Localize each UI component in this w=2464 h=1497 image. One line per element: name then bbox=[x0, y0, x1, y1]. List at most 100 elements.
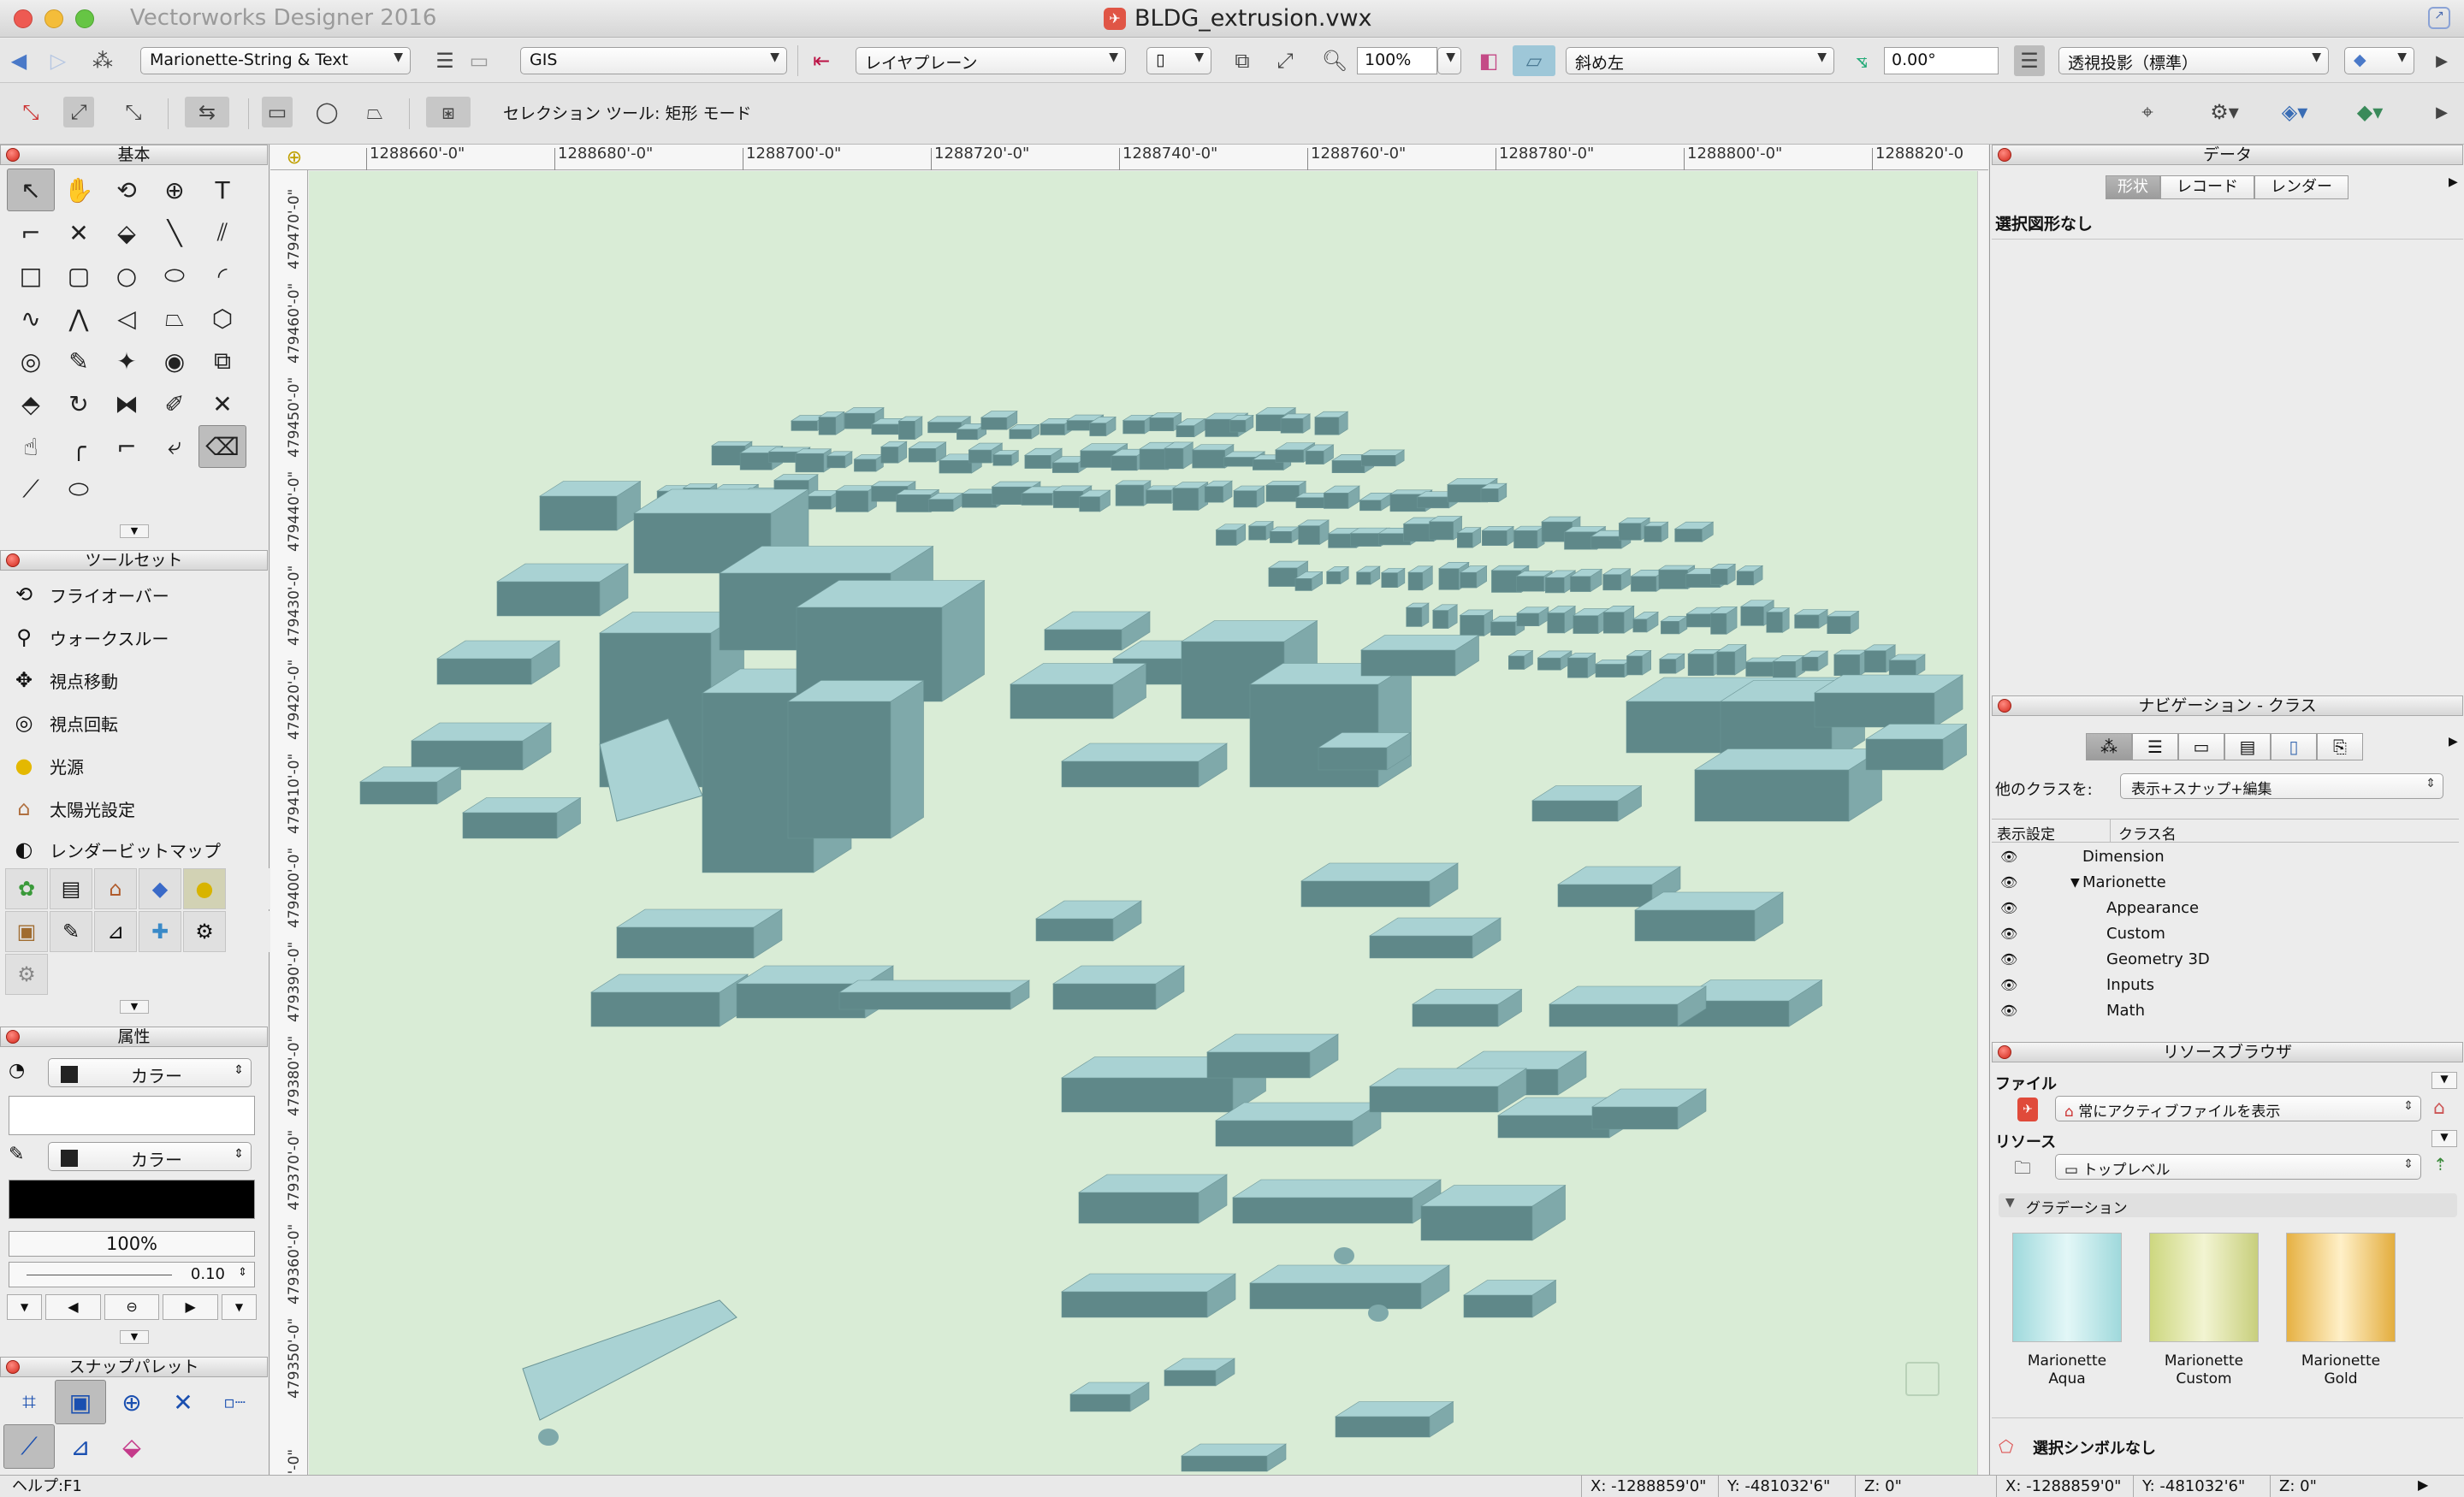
building[interactable] bbox=[980, 411, 1018, 430]
tab-shape[interactable]: 形状 bbox=[2106, 175, 2160, 199]
building[interactable] bbox=[1204, 480, 1234, 503]
building[interactable] bbox=[1479, 482, 1507, 503]
opacity-field[interactable]: 100% bbox=[9, 1231, 255, 1257]
file-menu-icon[interactable]: ▼ bbox=[2431, 1072, 2457, 1089]
gradient-section-header[interactable]: ▼ グラデーション bbox=[1999, 1193, 2457, 1217]
close-palette-button[interactable] bbox=[1998, 148, 2011, 162]
locus-tool-icon[interactable]: ✕ bbox=[55, 211, 103, 254]
rotation-angle-field[interactable]: 0.00° bbox=[1884, 47, 1999, 74]
building[interactable] bbox=[1359, 634, 1480, 677]
viewports-view-icon[interactable]: ▤ bbox=[2224, 733, 2271, 760]
plaza-block[interactable] bbox=[522, 1299, 737, 1421]
reshape-tool-icon[interactable]: ✐ bbox=[151, 382, 198, 425]
layer-options-icon[interactable]: ▭ bbox=[464, 45, 495, 76]
building[interactable] bbox=[1280, 413, 1312, 434]
active-layer-dropdown[interactable]: GIS ▼ bbox=[520, 47, 787, 74]
building[interactable] bbox=[1660, 615, 1688, 635]
rounded-rectangle-tool-icon[interactable]: ▢ bbox=[55, 254, 103, 297]
magnify-pick-icon[interactable]: ⌖ bbox=[2132, 97, 2163, 127]
close-palette-button[interactable] bbox=[1998, 1045, 2011, 1059]
building[interactable] bbox=[1205, 1033, 1340, 1079]
offset-tool-icon[interactable]: ☝ bbox=[7, 425, 55, 468]
building[interactable] bbox=[1643, 521, 1669, 542]
double-line-tool-icon[interactable]: ⫽ bbox=[198, 211, 246, 254]
visibility-eye-icon[interactable]: 👁︎ bbox=[2000, 844, 2017, 870]
building[interactable] bbox=[908, 441, 947, 463]
selection-preferences-icon[interactable]: ⧆ bbox=[426, 97, 471, 127]
building[interactable] bbox=[804, 489, 841, 510]
gear-toolset-icon[interactable]: ⚙ bbox=[5, 954, 48, 995]
small-structure[interactable] bbox=[538, 1429, 559, 1446]
close-palette-button[interactable] bbox=[6, 553, 20, 567]
tab-record[interactable]: レコード bbox=[2160, 175, 2254, 199]
class-row[interactable]: 👁︎ ▼ Marionette bbox=[1992, 870, 2459, 896]
pen-preview[interactable] bbox=[9, 1180, 255, 1219]
vertical-scrollbar[interactable] bbox=[1977, 171, 1988, 1475]
close-palette-button[interactable] bbox=[6, 1360, 20, 1374]
active-class-dropdown[interactable]: Marionette-String & Text ▼ bbox=[140, 47, 411, 74]
navigation-menu-icon[interactable]: ▶ bbox=[2449, 735, 2458, 748]
snap-to-angle-icon[interactable]: ⊕ bbox=[106, 1380, 157, 1424]
building[interactable] bbox=[435, 640, 561, 685]
building[interactable] bbox=[1507, 650, 1534, 671]
eyedropper-tool-icon[interactable]: ✎ bbox=[55, 340, 103, 382]
smart-edge-icon[interactable]: ⊿ bbox=[55, 1424, 106, 1469]
building[interactable] bbox=[1531, 784, 1643, 822]
building[interactable] bbox=[1715, 644, 1747, 676]
gradient-thumbnail[interactable] bbox=[2012, 1233, 2122, 1342]
building[interactable] bbox=[1247, 520, 1275, 541]
fillet-tool-icon[interactable]: ╭ bbox=[55, 425, 103, 468]
settings-gear-icon[interactable]: ⚙▾ bbox=[2199, 97, 2250, 127]
dimension-toolset-icon[interactable]: ⊿ bbox=[94, 911, 137, 952]
start-arrow-icon[interactable]: ◀ bbox=[45, 1294, 101, 1320]
polygon-marquee-icon[interactable]: ⏢ bbox=[359, 97, 390, 127]
back-icon[interactable]: ◀ bbox=[3, 45, 34, 76]
smart-points-icon[interactable]: ⟋ bbox=[3, 1424, 55, 1469]
visibility-eye-icon[interactable]: 👁︎ bbox=[2000, 947, 2017, 973]
pan-tool-icon[interactable]: ✋ bbox=[55, 169, 103, 211]
building[interactable] bbox=[1325, 565, 1350, 585]
building[interactable] bbox=[1229, 414, 1254, 433]
building[interactable] bbox=[1300, 862, 1460, 908]
building[interactable] bbox=[897, 416, 923, 441]
freehand-tool-icon[interactable]: ∿ bbox=[7, 297, 55, 340]
mirror-tool-icon[interactable]: ⧓ bbox=[103, 382, 151, 425]
rectangle-tool-icon[interactable]: □ bbox=[7, 254, 55, 297]
regular-polygon-tool-icon[interactable]: ⬡ bbox=[198, 297, 246, 340]
flyover-tool-icon[interactable]: ⟲ bbox=[103, 169, 151, 211]
minimize-window-button[interactable] bbox=[44, 9, 63, 28]
start-marker-dropdown[interactable]: ▼ bbox=[7, 1294, 43, 1320]
flip-icon[interactable]: ◧ bbox=[1473, 45, 1504, 76]
building[interactable] bbox=[1008, 423, 1040, 440]
building-shell-toolset-icon[interactable]: ⌂ bbox=[94, 868, 137, 909]
zoom-dropdown[interactable]: ▼ bbox=[1437, 47, 1461, 74]
building[interactable] bbox=[1833, 649, 1869, 677]
expand-toolsets-icon[interactable]: ▼ bbox=[120, 1000, 149, 1014]
link-markers-icon[interactable]: ⊖ bbox=[104, 1294, 160, 1320]
building[interactable] bbox=[1069, 1382, 1151, 1412]
expand-basic-palette-icon[interactable]: ▼ bbox=[120, 524, 149, 538]
horizontal-ruler[interactable]: 1288660'-0" 1288680'-0" 1288700'-0" 1288720… bbox=[270, 145, 1988, 170]
building[interactable] bbox=[1687, 648, 1722, 677]
arc-tool-icon[interactable]: ◜ bbox=[198, 254, 246, 297]
small-structure[interactable] bbox=[1334, 1247, 1354, 1264]
building[interactable] bbox=[1171, 482, 1209, 511]
dimension-tool-icon[interactable]: ⟋ bbox=[7, 468, 55, 511]
building[interactable] bbox=[1602, 605, 1635, 634]
building[interactable] bbox=[358, 766, 462, 805]
classes-view-icon[interactable]: ⁂ bbox=[2086, 733, 2132, 760]
marionette-tool-icon[interactable]: ⬭ bbox=[55, 468, 103, 511]
building[interactable] bbox=[615, 908, 784, 959]
mechanical-toolset-icon[interactable]: ⚙ bbox=[183, 911, 226, 952]
building[interactable] bbox=[1813, 674, 1964, 728]
building[interactable] bbox=[1709, 563, 1737, 586]
text-tool-icon[interactable]: T bbox=[198, 169, 246, 211]
polyline-tool-icon[interactable]: ⋀ bbox=[55, 297, 103, 340]
cloud-services-icon[interactable]: ◈▾ bbox=[2269, 97, 2320, 127]
building[interactable] bbox=[1233, 485, 1265, 508]
building[interactable] bbox=[1765, 607, 1791, 633]
close-window-button[interactable] bbox=[14, 9, 33, 28]
toolset-item-render-bitmap[interactable]: ◐ レンダービットマップ bbox=[10, 829, 221, 870]
building[interactable] bbox=[1248, 1264, 1451, 1310]
building[interactable] bbox=[1673, 521, 1715, 542]
